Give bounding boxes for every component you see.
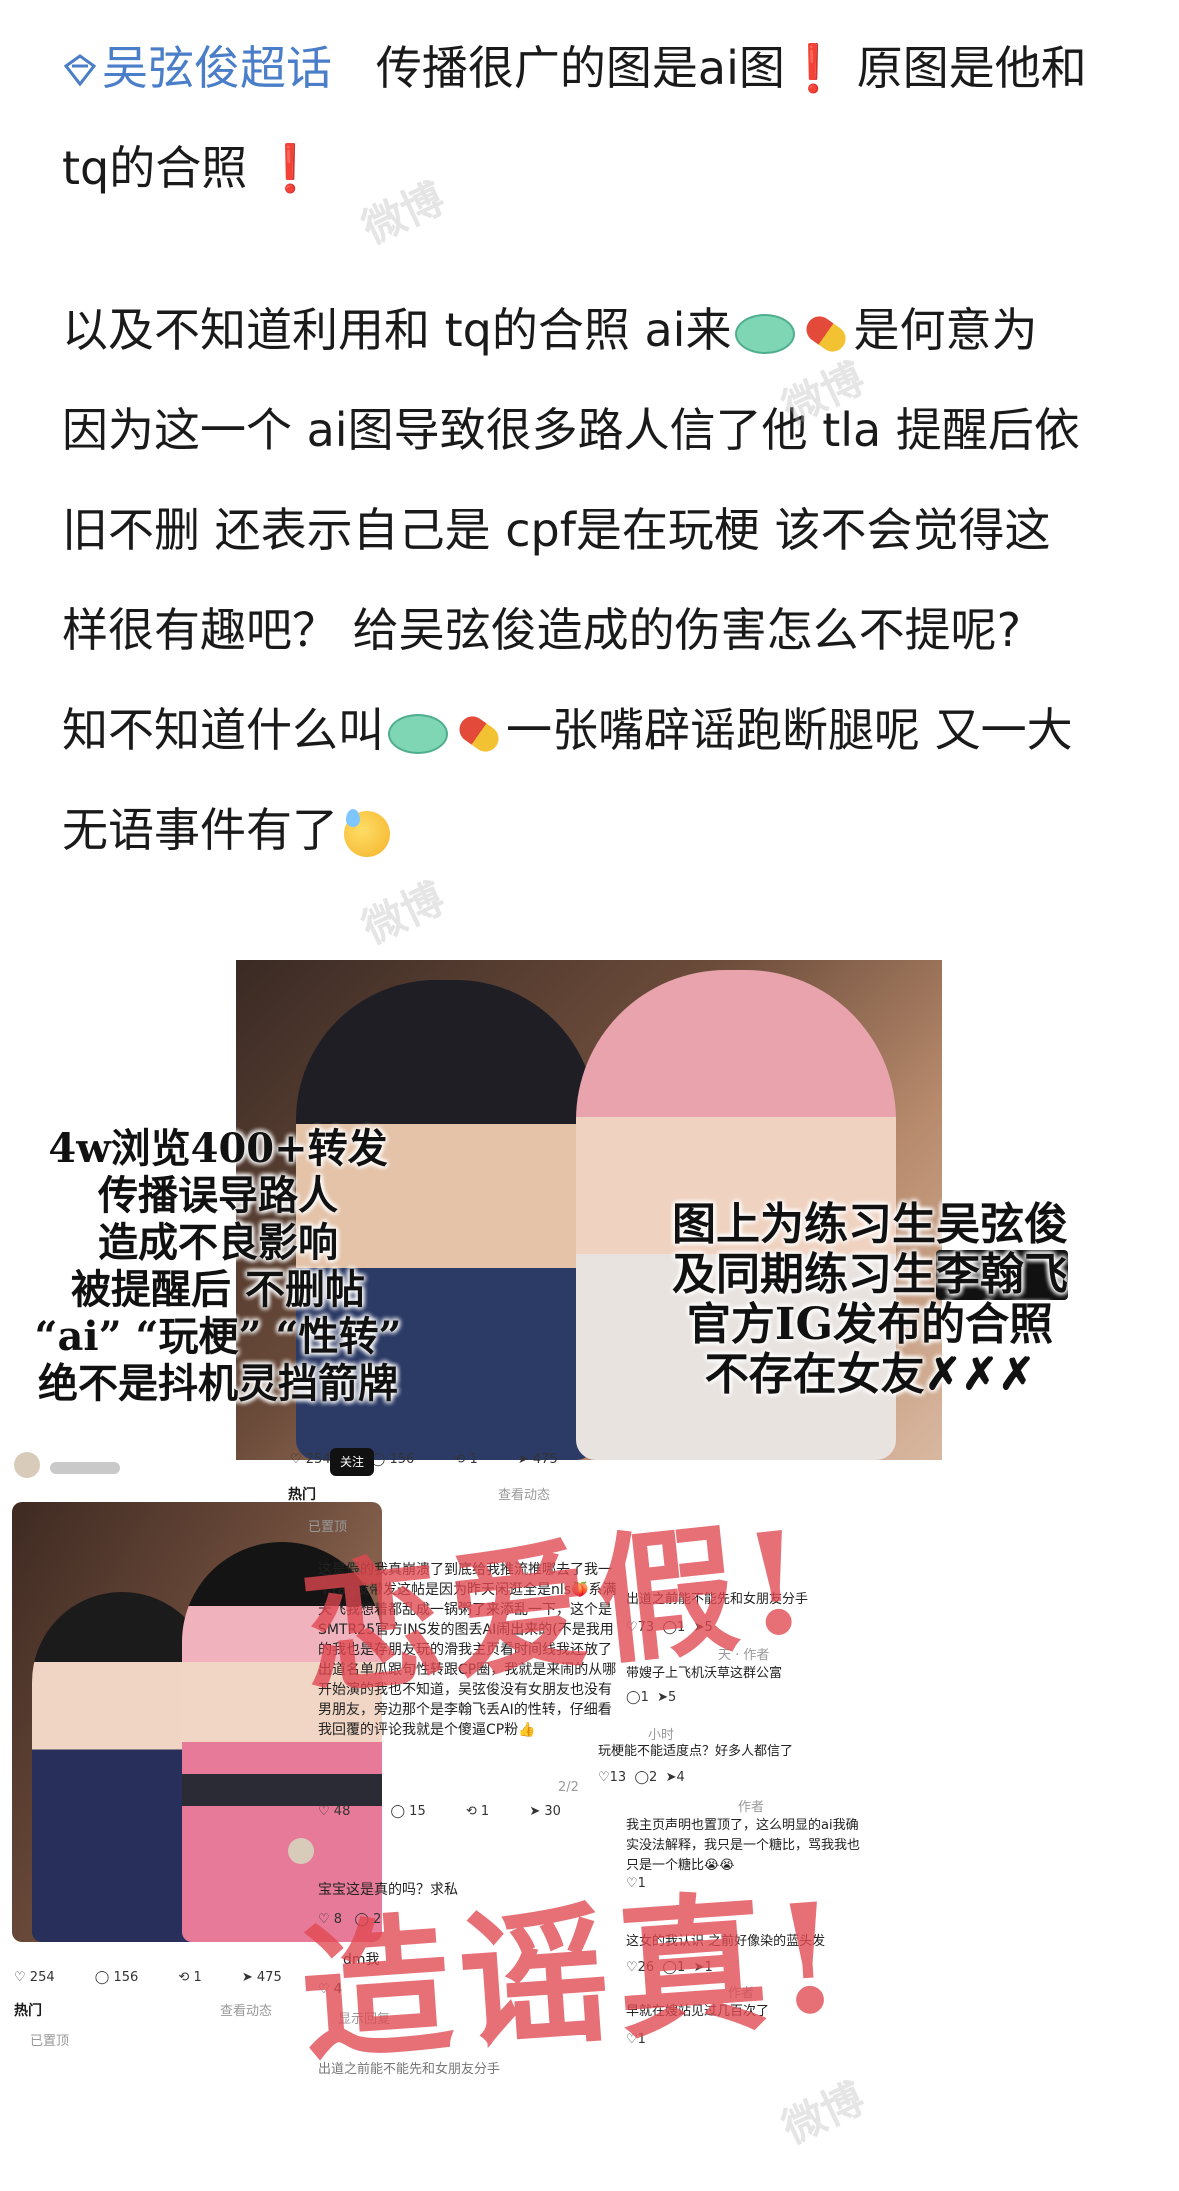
hot-tab[interactable]: 热门	[14, 2000, 42, 2020]
cross-marks: ✗✗✗	[924, 1349, 1036, 1400]
post-text: 样很有趣吧？ 给吴弦俊造成的伤害怎么不提呢?	[62, 603, 1022, 657]
hot-tab[interactable]: 热门	[288, 1484, 316, 1504]
post-text: 知不知道什么叫	[62, 703, 384, 757]
exclamation-icon: ❗	[261, 141, 320, 195]
topic-link[interactable]: 吴弦俊超话	[62, 41, 347, 95]
post-text: 以及不知道利用和 tq的合照 ai来	[62, 303, 732, 357]
post-text: 无语事件有了	[62, 803, 338, 857]
post-text: 传播很广的图是ai图	[375, 41, 785, 95]
post-paragraph-2: 以及不知道利用和 tq的合照 ai来 是何意为 因为这一个 ai图导致很多路人信了…	[62, 280, 1122, 880]
post-text: 旧不删 还表示自己是 cpf是在玩梗 该不会觉得这	[62, 503, 1051, 557]
comment-page: 2/2	[558, 1780, 579, 1795]
redaction-scribble: 李翰飞	[936, 1249, 1068, 1300]
post-text: tq的合照	[62, 141, 248, 195]
overlay-line: 图上为练习生吴弦俊	[672, 1199, 1068, 1250]
overlay-line: “ai” “玩梗” “性转”	[34, 1313, 402, 1360]
pill-emoji-icon	[454, 710, 504, 757]
topic-label: 吴弦俊超话	[102, 41, 332, 95]
follow-button[interactable]: 关注	[330, 1448, 374, 1476]
overlay-line: 传播误导路人	[98, 1172, 338, 1219]
exclamation-icon: ❗	[784, 41, 843, 95]
overlay-line: 及同期练习生	[672, 1249, 936, 1300]
reply-stats: ♡13 ◯2 ➤4	[598, 1770, 685, 1785]
post-text: 一张嘴辟谣跑断腿呢 又一大	[506, 703, 1073, 757]
post-body: 吴弦俊超话 传播很广的图是ai图❗ 原图是他和 tq的合照 ❗ 以及不知道利用和…	[62, 18, 1122, 880]
overlay-line: 被提醒后 不删帖	[71, 1266, 365, 1313]
sweat-face-emoji-icon	[344, 808, 390, 857]
pinned-label: 已置顶	[30, 2034, 70, 2049]
overlay-line: 造成不良影响	[98, 1219, 338, 1266]
green-bean-emoji-icon	[735, 313, 796, 354]
main-comment-stats: ♡ 48 ◯ 15 ⟲ 1 ➤ 30	[318, 1804, 561, 1819]
blurred-username	[50, 1462, 120, 1474]
post-text: 因为这一个 ai图导致很多路人信了他 tla 提醒后依	[62, 403, 1080, 457]
overlay-line: 官方IG发布的合照	[686, 1299, 1054, 1350]
overlay-line: 绝不是抖机灵挡箭牌	[38, 1360, 398, 1407]
time-label: 小时	[648, 1728, 675, 1743]
green-bean-emoji-icon	[388, 713, 448, 754]
overlay-line: 4w浏览400+转发	[48, 1125, 388, 1172]
post-paragraph-1: 吴弦俊超话 传播很广的图是ai图❗ 原图是他和 tq的合照 ❗	[62, 18, 1122, 218]
author-tag: 作者	[738, 1800, 765, 1815]
view-replies[interactable]: 查看动态	[220, 2000, 272, 2019]
overlay-text-left: 4w浏览400+转发 传播误导路人 造成不良影响 被提醒后 不删帖 “ai” “…	[8, 1125, 428, 1407]
left-stats-row: ♡ 254 ◯ 156 ⟲ 1 ➤ 475	[14, 1970, 282, 1985]
overlay-line: 不存在女友	[704, 1349, 925, 1400]
avatar	[288, 1838, 314, 1864]
reply-text: 玩梗能不能适度点？好多人都信了	[598, 1744, 794, 1759]
overlay-text-right: 图上为练习生吴弦俊 及同期练习生李翰飞 官方IG发布的合照 不存在女友✗✗✗	[610, 1200, 1130, 1400]
post-text: 是何意为	[853, 303, 1038, 357]
stamp-rumor-true: 造谣真!	[295, 1869, 855, 2083]
supertopic-diamond-icon	[63, 54, 97, 87]
post-image[interactable]: 4w浏览400+转发 传播误导路人 造成不良影响 被提醒后 不删帖 “ai” “…	[0, 960, 1179, 2191]
reply-stats: ◯1 ➤5	[626, 1690, 677, 1705]
avatar	[14, 1452, 40, 1478]
post-text: 原图是他和	[856, 41, 1087, 95]
